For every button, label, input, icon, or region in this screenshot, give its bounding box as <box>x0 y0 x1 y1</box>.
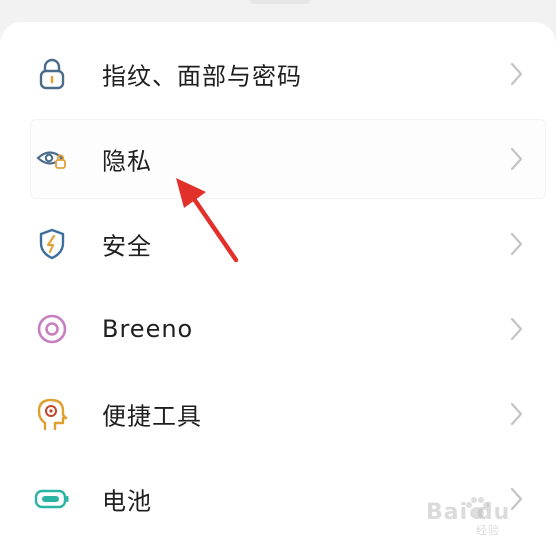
chevron-right-icon <box>510 62 523 86</box>
shield-bolt-icon <box>34 226 70 262</box>
settings-item-label: 隐私 <box>102 147 152 176</box>
settings-item-security[interactable]: 安全 <box>0 202 556 286</box>
settings-item-label: 安全 <box>102 232 152 261</box>
settings-item-label: 指纹、面部与密码 <box>102 62 302 91</box>
chevron-right-icon <box>510 147 523 171</box>
battery-icon <box>34 481 70 517</box>
chevron-right-icon <box>510 317 523 341</box>
settings-item-fingerprint-face-password[interactable]: 指纹、面部与密码 <box>0 32 556 116</box>
settings-item-convenience-tools[interactable]: 便捷工具 <box>0 372 556 456</box>
settings-card: 指纹、面部与密码 隐私 安全 Breeno 便捷工具 电池 <box>0 22 556 550</box>
settings-item-battery[interactable]: 电池 <box>0 457 556 541</box>
breeno-ring-icon <box>34 311 70 347</box>
settings-item-label: 便捷工具 <box>102 402 202 431</box>
chevron-right-icon <box>510 487 523 511</box>
top-strip <box>0 0 556 22</box>
privacy-eye-icon <box>34 141 70 177</box>
chevron-right-icon <box>510 402 523 426</box>
settings-item-label: 电池 <box>102 487 152 516</box>
settings-item-label: Breeno <box>102 315 194 343</box>
settings-item-privacy[interactable]: 隐私 <box>0 117 556 201</box>
chevron-right-icon <box>510 232 523 256</box>
head-bulb-icon <box>34 396 70 432</box>
settings-item-breeno[interactable]: Breeno <box>0 287 556 371</box>
top-divider <box>250 0 310 4</box>
lock-icon <box>34 56 70 92</box>
